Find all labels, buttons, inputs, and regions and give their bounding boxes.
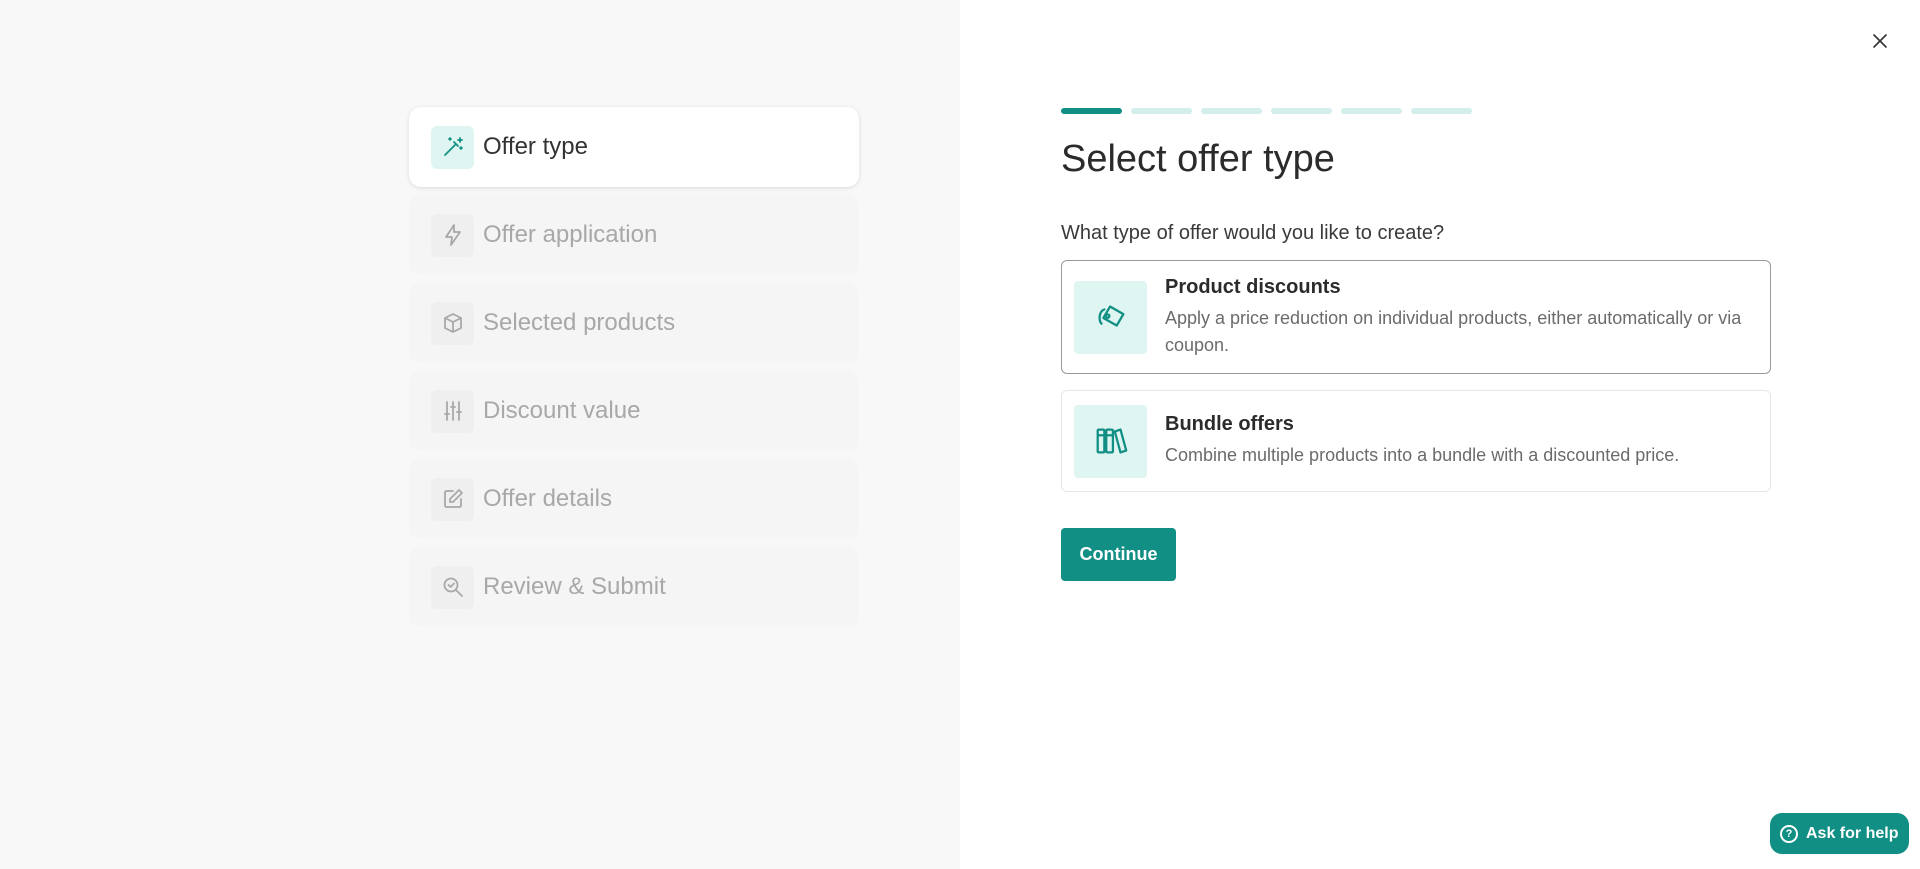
step-review-submit[interactable]: Review & Submit — [409, 547, 859, 627]
step-label: Offer application — [483, 221, 658, 248]
ask-for-help-button[interactable]: ? Ask for help — [1770, 813, 1909, 854]
step-label: Review & Submit — [483, 573, 666, 600]
step-discount-value[interactable]: Discount value — [409, 371, 859, 451]
progress-segment — [1411, 108, 1472, 114]
magic-wand-icon — [431, 125, 474, 169]
continue-button[interactable]: Continue — [1061, 528, 1176, 581]
progress-segment — [1061, 108, 1122, 114]
step-label: Offer details — [483, 485, 612, 512]
help-icon: ? — [1780, 824, 1798, 843]
step-label: Offer type — [483, 133, 588, 160]
option-title: Bundle offers — [1165, 413, 1294, 435]
option-description: Combine multiple products into a bundle … — [1165, 445, 1680, 465]
lightning-icon — [431, 213, 474, 257]
steps-list: Offer type Offer application Selected pr… — [409, 107, 859, 635]
progress-segment — [1271, 108, 1332, 114]
close-icon — [1873, 34, 1887, 48]
step-offer-type[interactable]: Offer type — [409, 107, 859, 187]
wizard-sidebar: Offer type Offer application Selected pr… — [0, 0, 960, 869]
step-label: Selected products — [483, 309, 676, 336]
close-button[interactable] — [1867, 28, 1893, 54]
option-bundle-offers[interactable]: Bundle offers Combine multiple products … — [1061, 390, 1771, 492]
step-offer-application[interactable]: Offer application — [409, 195, 859, 275]
progress-segment — [1201, 108, 1262, 114]
progress-bar — [1061, 108, 1472, 114]
option-title: Product discounts — [1165, 275, 1341, 298]
edit-icon — [431, 477, 474, 521]
sliders-icon — [431, 389, 474, 433]
search-check-icon — [431, 565, 474, 609]
step-selected-products[interactable]: Selected products — [409, 283, 859, 363]
step-label: Discount value — [483, 397, 641, 424]
tag-icon — [1074, 280, 1147, 354]
option-description: Apply a price reduction on individual pr… — [1165, 307, 1742, 355]
offer-question: What type of offer would you like to cre… — [1061, 222, 1445, 244]
help-label: Ask for help — [1806, 824, 1899, 842]
progress-segment — [1131, 108, 1192, 114]
box-icon — [431, 301, 474, 345]
page-title: Select offer type — [1061, 138, 1335, 180]
progress-segment — [1341, 108, 1402, 114]
step-offer-details[interactable]: Offer details — [409, 459, 859, 539]
option-product-discounts[interactable]: Product discounts Apply a price reductio… — [1061, 260, 1771, 374]
books-icon — [1074, 404, 1147, 478]
